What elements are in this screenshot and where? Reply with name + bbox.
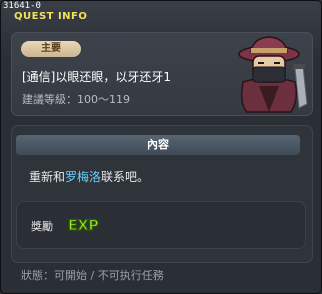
quest-type-badge: 主要: [21, 41, 81, 57]
reward-box: [16, 201, 306, 249]
description-text-before: 重新和: [29, 170, 66, 184]
quest-info-window: 31641-0 QUEST INFO 主要 [通信]以眼还眼，以牙还牙1 建議等…: [0, 0, 322, 294]
quest-status: 狀態：可開始 / 不可执行任務: [21, 269, 164, 282]
window-title: QUEST INFO: [14, 11, 88, 22]
quest-id: 31641-0: [3, 1, 41, 11]
exp-reward-icon[interactable]: EXP: [67, 215, 101, 233]
exp-reward-text: EXP: [68, 218, 99, 233]
content-header: 內容: [16, 135, 300, 155]
recommended-level: 建議等級：100～119: [22, 93, 130, 106]
reward-label: 獎勵: [31, 220, 53, 233]
npc-portrait: [238, 36, 308, 113]
quest-name: [通信]以眼还眼，以牙还牙1: [22, 70, 171, 84]
quest-description: 重新和罗梅洛联系吧。: [29, 168, 149, 185]
description-text-after: 联系吧。: [101, 170, 150, 184]
npc-name-link[interactable]: 罗梅洛: [65, 170, 101, 184]
